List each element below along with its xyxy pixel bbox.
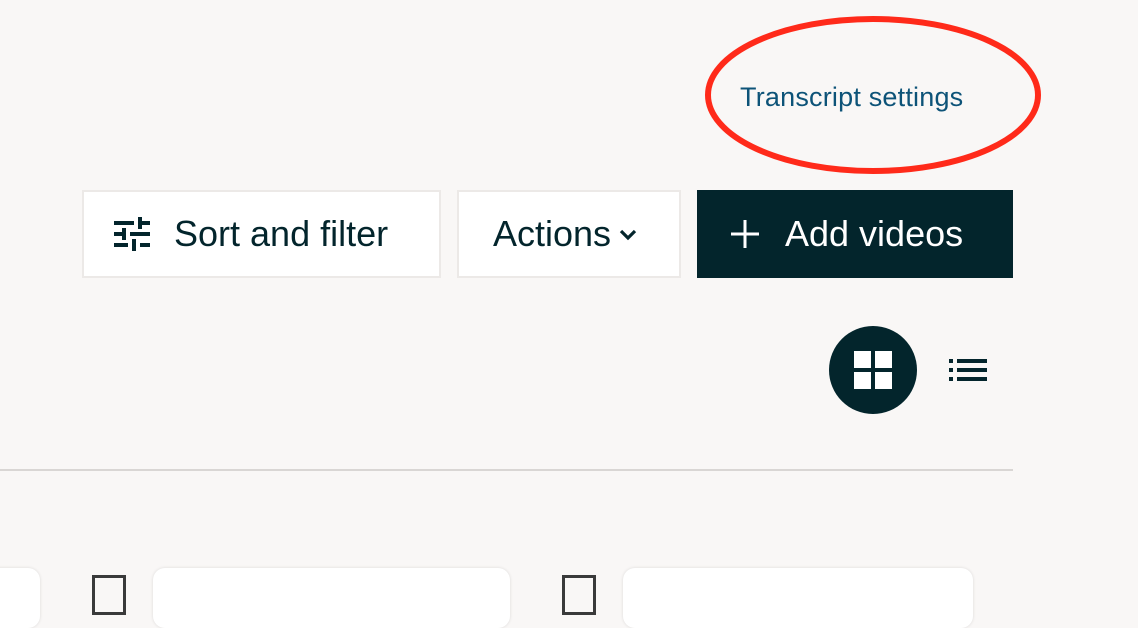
video-card[interactable] (0, 568, 40, 628)
grid-view-icon (854, 351, 892, 389)
video-card[interactable] (153, 568, 510, 628)
video-select-checkbox[interactable] (562, 575, 596, 615)
actions-label: Actions (493, 213, 612, 254)
transcript-settings-link[interactable]: Transcript settings (740, 82, 963, 113)
chevron-down-icon (617, 223, 639, 245)
add-videos-label: Add videos (785, 213, 964, 254)
actions-dropdown-button[interactable]: Actions (457, 190, 681, 278)
video-card[interactable] (623, 568, 973, 628)
video-select-checkbox[interactable] (92, 575, 126, 615)
list-view-icon (949, 358, 987, 382)
sliders-icon (112, 214, 152, 254)
sort-and-filter-label: Sort and filter (174, 213, 389, 254)
plus-icon (729, 218, 761, 250)
sort-and-filter-button[interactable]: Sort and filter (82, 190, 441, 278)
section-divider (0, 469, 1013, 471)
list-view-toggle[interactable] (944, 348, 992, 392)
add-videos-button[interactable]: Add videos (697, 190, 1013, 278)
grid-view-toggle[interactable] (829, 326, 917, 414)
